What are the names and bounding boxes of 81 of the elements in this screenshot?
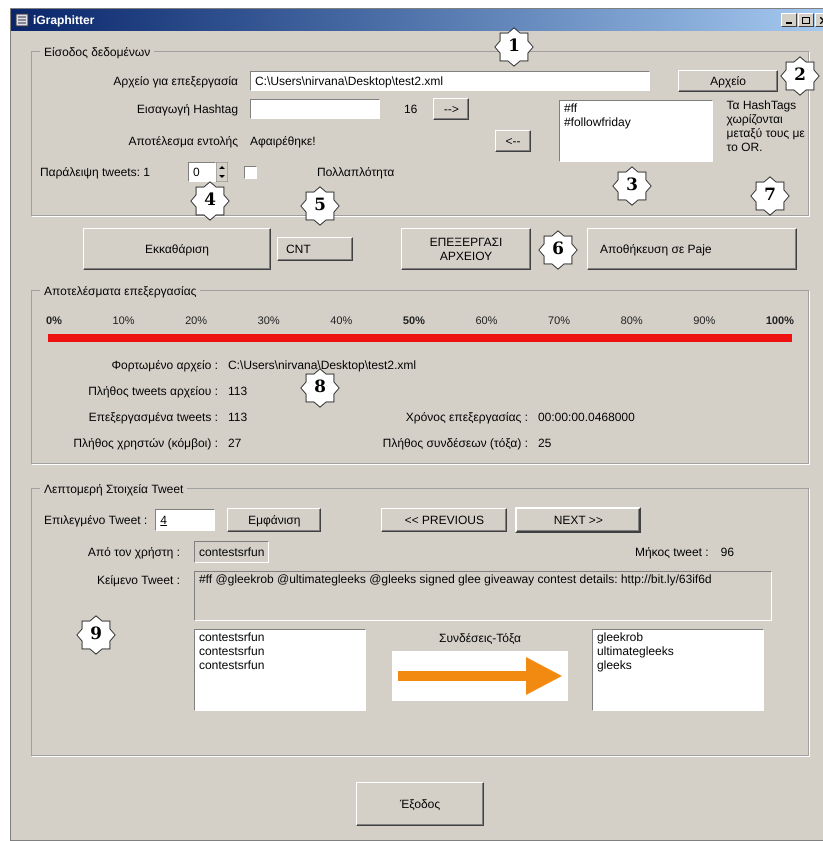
list-item[interactable]: #followfriday xyxy=(564,115,708,129)
minimize-icon xyxy=(786,22,792,24)
progress-tick-label: 100% xyxy=(766,314,794,329)
field-label: Μήκος tweet : xyxy=(634,544,709,561)
source-user-list[interactable]: contestsrfun contestsrfun contestsrfun xyxy=(194,629,366,711)
stat-label: Χρόνος επεξεργασίας : xyxy=(404,408,528,426)
field-label: Αρχείο για επεξεργασία xyxy=(112,73,238,90)
stat-value: 25 xyxy=(538,434,552,452)
stat-label: Πλήθος tweets αρχείου : xyxy=(87,382,218,400)
progress-tick-label: 50% xyxy=(402,314,425,329)
field-label: Από τον χρήστη : xyxy=(86,544,180,561)
arrow-right-icon xyxy=(392,651,568,701)
progress-tick-label: 60% xyxy=(475,314,498,329)
spinner-field[interactable]: 0 xyxy=(188,162,216,182)
progress-tick-label: 90% xyxy=(693,314,716,329)
maximize-button[interactable] xyxy=(798,13,814,27)
next-button[interactable]: NEXT >> xyxy=(515,507,642,533)
stat-value: 27 xyxy=(228,434,242,452)
stat-label: Πλήθος συνδέσεων (τόξα) : xyxy=(382,434,528,452)
length-value: 96 xyxy=(720,544,734,561)
edges-title: Συνδέσεις-Τόξα xyxy=(439,630,521,647)
exit-button[interactable]: Έξοδος xyxy=(356,782,484,826)
process-file-button[interactable]: ΕΠΕΞΕΡΓΑΣΙ ΑΡΧΕΙΟΥ xyxy=(401,228,531,270)
result-text: Αφαιρέθηκε! xyxy=(250,133,317,150)
show-button[interactable]: Εμφάνιση xyxy=(227,508,322,532)
stat-label: Επεξεργασμένα tweets : xyxy=(88,408,218,426)
remove-hashtag-button[interactable]: <-- xyxy=(495,130,531,152)
field-label: Επιλεγμένο Tweet : xyxy=(44,512,148,529)
file-path-field[interactable]: C:\Users\nirvana\Desktop\test2.xml xyxy=(250,71,650,91)
star-callout: 9 xyxy=(76,615,116,655)
star-callout: 7 xyxy=(750,176,790,216)
progress-tick-label: 10% xyxy=(112,314,134,329)
user-field: contestsrfun xyxy=(194,541,270,563)
spinner-arrows-icon[interactable] xyxy=(216,162,228,182)
hashtag-list[interactable]: #ff #followfriday xyxy=(559,100,713,162)
star-callout: 8 xyxy=(300,368,340,408)
star-callout: 1 xyxy=(494,27,534,67)
field-label: Κείμενο Tweet : xyxy=(96,572,180,589)
clear-button[interactable]: Εκκαθάριση xyxy=(83,228,271,270)
progress-tick-label: 70% xyxy=(548,314,570,329)
star-callout: 2 xyxy=(780,56,820,96)
list-item[interactable]: #ff xyxy=(564,101,708,115)
stat-label: Πλήθος χρηστών (κόμβοι) : xyxy=(72,434,218,452)
star-callout: 3 xyxy=(612,166,652,206)
list-item[interactable]: contestsrfun xyxy=(199,658,361,672)
tweet-number-field[interactable]: 4 xyxy=(155,509,216,531)
star-callout: 5 xyxy=(300,186,340,226)
progress-tick-label: 30% xyxy=(258,314,280,329)
field-label: Παράλειψη tweets: 1 xyxy=(40,164,150,181)
file-button[interactable]: Αρχείο xyxy=(678,70,778,92)
progress-tick-label: 80% xyxy=(620,314,643,329)
maximize-icon xyxy=(802,16,810,24)
progress-tick-label: 40% xyxy=(330,314,352,329)
stat-label: Φορτωμένο αρχείο : xyxy=(110,356,218,374)
stat-value: 00:00:00.0468000 xyxy=(538,408,636,426)
list-item[interactable]: gleeks xyxy=(597,658,759,672)
cnt-button[interactable]: CNT xyxy=(277,237,353,261)
save-pajek-button[interactable]: Αποθήκευση σε Paje xyxy=(587,228,797,270)
window-title: iGraphitter xyxy=(33,12,94,29)
add-hashtag-button[interactable]: --> xyxy=(433,98,470,120)
app-icon xyxy=(15,13,29,27)
hint-text: Τα HashTags χωρίζονται μεταξύ τους με το OR. xyxy=(726,98,806,156)
hashtag-count: 16 xyxy=(404,101,418,118)
field-label: Εισαγωγή Hashtag xyxy=(136,101,238,118)
stat-value: 113 xyxy=(228,382,248,400)
progress-tick-label: 0% xyxy=(46,314,62,329)
progress-tick-label: 20% xyxy=(185,314,208,329)
stat-value: 113 xyxy=(228,408,248,426)
checkbox-label: Πολλαπλότητα xyxy=(316,164,394,181)
multiplicity-checkbox[interactable] xyxy=(244,166,257,178)
list-item[interactable]: contestsrfun xyxy=(199,630,361,644)
target-user-list[interactable]: gleekrob ultimategleeks gleeks xyxy=(592,629,764,711)
list-item[interactable]: ultimategleeks xyxy=(597,644,759,658)
star-callout: 6 xyxy=(538,230,578,270)
minimize-button[interactable] xyxy=(781,13,797,27)
field-label: Αποτέλεσμα εντολής xyxy=(128,133,238,150)
list-item[interactable]: gleekrob xyxy=(597,630,759,644)
hashtag-field[interactable] xyxy=(250,99,380,119)
previous-button[interactable]: << PREVIOUS xyxy=(381,508,508,532)
star-callout: 4 xyxy=(190,181,230,221)
list-item[interactable]: contestsrfun xyxy=(199,644,361,658)
